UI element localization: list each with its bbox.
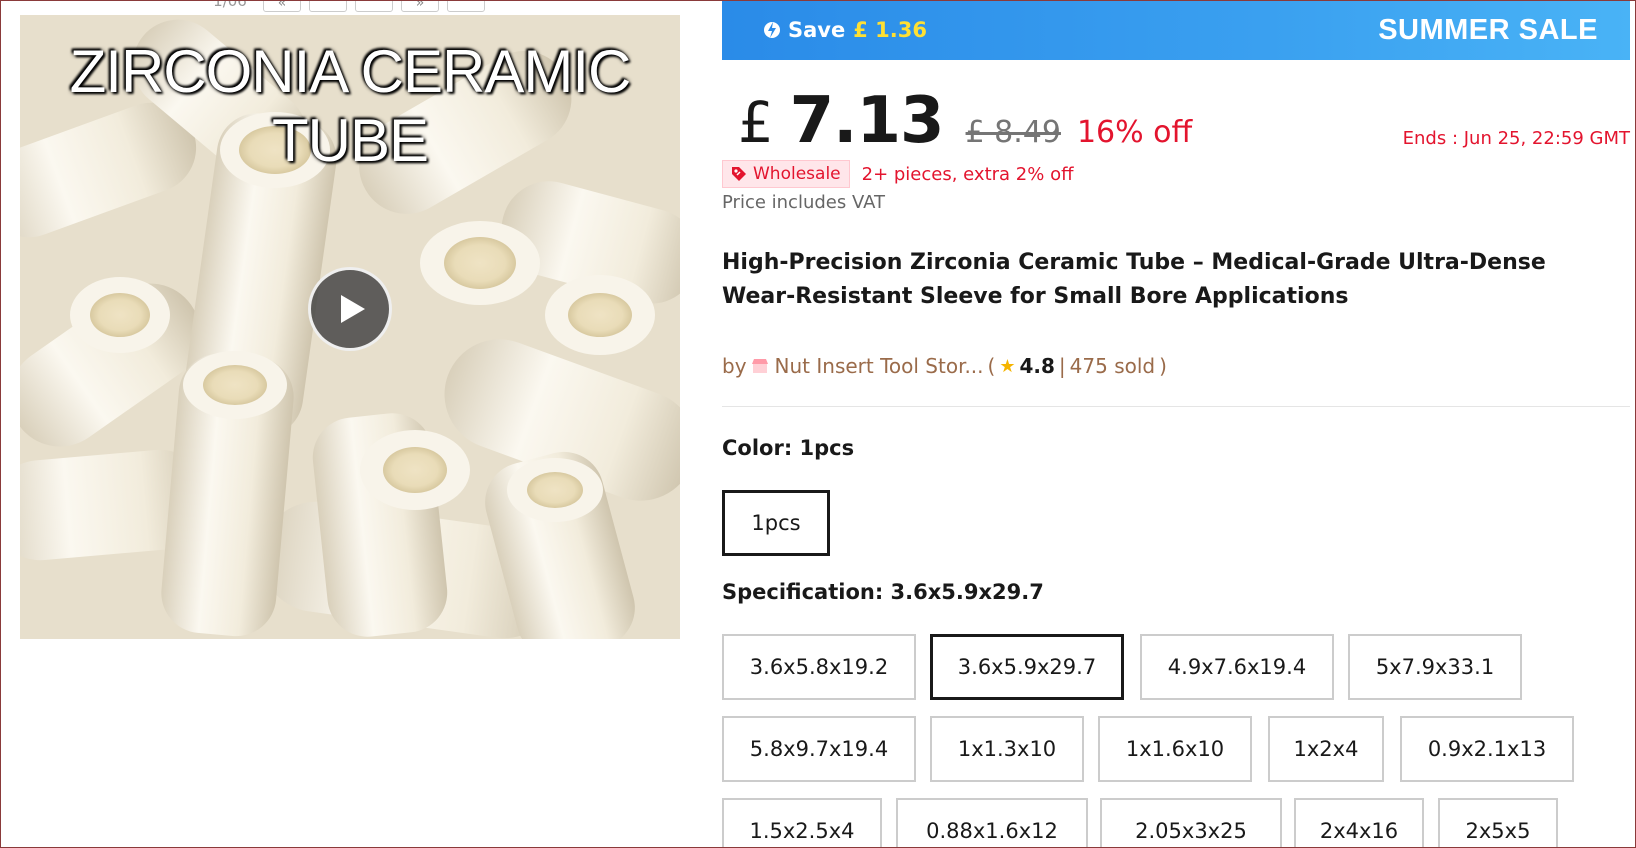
- store-separator: |: [1058, 354, 1066, 378]
- sold-count: 475 sold: [1069, 354, 1156, 378]
- spec-option[interactable]: 1x1.6x10: [1098, 716, 1252, 782]
- store-by: by: [722, 354, 747, 378]
- spec-option[interactable]: 1x2x4: [1268, 716, 1384, 782]
- spec-option-selected[interactable]: 3.6x5.9x29.7: [930, 634, 1124, 700]
- original-price: £ 8.49: [965, 115, 1061, 150]
- store-rating: 4.8: [1019, 354, 1055, 378]
- save-amount: Save £ 1.36: [764, 18, 927, 42]
- discount-percent: 16% off: [1076, 115, 1193, 150]
- color-option-1pcs[interactable]: 1pcs: [722, 490, 830, 556]
- current-price: 7.13: [789, 84, 945, 158]
- image-pager: 1/06 « »: [205, 0, 485, 12]
- spec-option[interactable]: 0.9x2.1x13: [1400, 716, 1574, 782]
- vat-note: Price includes VAT: [722, 192, 886, 213]
- spec-option[interactable]: 2x4x16: [1294, 798, 1424, 848]
- spec-option[interactable]: 0.88x1.6x12: [896, 798, 1088, 848]
- product-info: Save £ 1.36 SUMMER SALE £ 7.13 £ 8.49 16…: [722, 0, 1630, 848]
- store-open-paren: (: [987, 354, 996, 378]
- play-icon: [341, 295, 365, 323]
- divider: [722, 406, 1630, 407]
- spec-option[interactable]: 3.6x5.8x19.2: [722, 634, 916, 700]
- image-counter: 1/06: [205, 0, 255, 12]
- thumb-button-1[interactable]: [309, 0, 347, 12]
- store-name-link[interactable]: Nut Insert Tool Stor...: [775, 354, 984, 378]
- thumb-button-3[interactable]: [447, 0, 485, 12]
- summer-sale-banner: Save £ 1.36 SUMMER SALE: [722, 0, 1630, 60]
- sale-end-time: Ends : Jun 25, 22:59 GMT: [1402, 128, 1630, 149]
- save-label: Save: [788, 18, 846, 42]
- wholesale-tag[interactable]: Wholesale: [722, 160, 850, 188]
- play-video-button[interactable]: [308, 267, 392, 351]
- wholesale-row: Wholesale 2+ pieces, extra 2% off: [722, 160, 1074, 188]
- product-title: High-Precision Zirconia Ceramic Tube – M…: [722, 250, 1546, 309]
- spec-option[interactable]: 4.9x7.6x19.4: [1140, 634, 1334, 700]
- store-info: by Nut Insert Tool Stor... ( ★ 4.8 | 475…: [722, 354, 1167, 378]
- image-overlay-title: ZIRCONIA CERAMIC TUBE: [69, 38, 632, 174]
- spec-option[interactable]: 5x7.9x33.1: [1348, 634, 1522, 700]
- tag-icon: [732, 167, 746, 181]
- wholesale-label: Wholesale: [753, 164, 841, 184]
- price-row: £ 7.13 £ 8.49 16% off: [738, 84, 1192, 158]
- price-currency: £: [738, 91, 774, 156]
- thumb-button-2[interactable]: [355, 0, 393, 12]
- next-image-button[interactable]: »: [401, 0, 439, 12]
- spec-option[interactable]: 5.8x9.7x19.4: [722, 716, 916, 782]
- prev-image-button[interactable]: «: [263, 0, 301, 12]
- save-value: £ 1.36: [853, 18, 927, 42]
- color-label: Color: 1pcs: [722, 436, 855, 460]
- spec-option[interactable]: 2.05x3x25: [1100, 798, 1282, 848]
- spec-option[interactable]: 1x1.3x10: [930, 716, 1084, 782]
- spec-option[interactable]: 1.5x2.5x4: [722, 798, 882, 848]
- sale-label: SUMMER SALE: [1378, 13, 1598, 46]
- specification-label: Specification: 3.6x5.9x29.7: [722, 580, 1044, 604]
- store-close-paren: ): [1159, 354, 1167, 378]
- product-image[interactable]: ZIRCONIA CERAMIC TUBE: [20, 15, 680, 639]
- store-icon: [751, 359, 768, 373]
- star-icon: ★: [999, 355, 1016, 377]
- wholesale-offer: 2+ pieces, extra 2% off: [861, 163, 1074, 185]
- spec-option[interactable]: 2x5x5: [1438, 798, 1558, 848]
- bolt-icon: [764, 22, 780, 38]
